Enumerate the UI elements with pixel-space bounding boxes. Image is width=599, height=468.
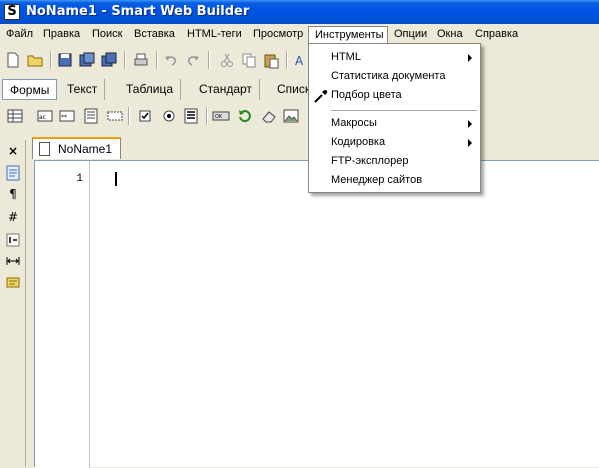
submenu-arrow-icon: [468, 139, 472, 147]
toolbar-separator: [156, 51, 158, 69]
menu-item-label: Статистика документа: [331, 70, 446, 82]
textarea-icon[interactable]: [82, 107, 100, 125]
title-bar[interactable]: S NoName1 - Smart Web Builder: [0, 0, 599, 24]
menu-item-label: Макросы: [331, 117, 377, 129]
menu-item-document-stats[interactable]: Статистика документа: [309, 67, 480, 86]
menu-item-macros[interactable]: Макросы: [309, 114, 480, 133]
width-icon[interactable]: [4, 252, 22, 270]
document-tab-label: NoName1: [58, 142, 113, 156]
menu-item-label: Подбор цвета: [331, 89, 402, 101]
toolbar-separator: [286, 51, 288, 69]
menu-tools[interactable]: Инструменты: [308, 26, 388, 43]
tab-standard[interactable]: Стандарт: [192, 79, 260, 100]
submit-button-icon[interactable]: OK: [212, 107, 230, 125]
document-list-icon[interactable]: [4, 164, 22, 182]
tab-text[interactable]: Текст: [60, 79, 106, 100]
tab-table[interactable]: Таблица: [119, 79, 182, 100]
paste-icon[interactable]: [262, 51, 280, 69]
document-tab[interactable]: NoName1: [32, 137, 121, 159]
menu-item-label: Менеджер сайтов: [331, 174, 423, 186]
svg-text:**: **: [61, 114, 67, 121]
svg-text:ac: ac: [39, 114, 46, 121]
standard-toolbar: A: [0, 48, 599, 72]
open-folder-icon[interactable]: [26, 51, 44, 69]
indent-icon[interactable]: [4, 231, 22, 249]
window-title: NoName1 - Smart Web Builder: [26, 4, 250, 19]
save-as-icon[interactable]: [78, 51, 96, 69]
bookmark-icon[interactable]: [4, 274, 22, 292]
category-tabs: Формы Текст Таблица Стандарт Списк: [0, 77, 599, 101]
new-file-icon[interactable]: [4, 51, 22, 69]
menu-item-ftp-explorer[interactable]: FTP-эксплорер: [309, 152, 480, 171]
checkbox-icon[interactable]: [136, 107, 154, 125]
text-field-icon[interactable]: ac: [36, 107, 54, 125]
menu-file[interactable]: Файл: [0, 26, 39, 43]
document-icon: [39, 142, 50, 156]
select-list-icon[interactable]: [182, 107, 200, 125]
tab-forms[interactable]: Формы: [2, 79, 58, 100]
menu-html-tags[interactable]: HTML-теги: [181, 26, 248, 43]
menu-edit[interactable]: Правка: [37, 26, 86, 43]
toolbar-separator: [128, 107, 130, 125]
menu-item-site-manager[interactable]: Менеджер сайтов: [309, 171, 480, 190]
toolbar-separator: [208, 51, 210, 69]
svg-text:OK: OK: [215, 114, 223, 120]
hidden-field-icon[interactable]: [106, 107, 124, 125]
menu-options[interactable]: Опции: [388, 26, 433, 43]
left-tool-panel: × ¶ #: [0, 140, 26, 467]
menu-insert[interactable]: Вставка: [128, 26, 181, 43]
forms-toolbar: ac ** OK: [0, 104, 599, 128]
eyedropper-icon: [314, 90, 328, 103]
eraser-icon[interactable]: [260, 107, 278, 125]
line-number-gutter: 1: [35, 161, 90, 468]
app-window: S NoName1 - Smart Web Builder Файл Правк…: [0, 0, 599, 468]
submenu-arrow-icon: [468, 54, 472, 62]
menu-windows[interactable]: Окна: [431, 26, 469, 43]
reset-button-icon[interactable]: [236, 107, 254, 125]
menu-item-color-picker[interactable]: Подбор цвета: [309, 86, 480, 105]
close-icon[interactable]: ×: [4, 142, 22, 160]
svg-text:A: A: [295, 54, 304, 68]
menu-item-label: Кодировка: [331, 136, 386, 148]
menu-item-encoding[interactable]: Кодировка: [309, 133, 480, 152]
print-icon[interactable]: [132, 51, 150, 69]
password-field-icon[interactable]: **: [58, 107, 76, 125]
menu-bar: Файл Правка Поиск Вставка HTML-теги Прос…: [0, 24, 599, 44]
copy-icon[interactable]: [240, 51, 258, 69]
undo-icon[interactable]: [162, 51, 180, 69]
save-icon[interactable]: [56, 51, 74, 69]
cut-icon[interactable]: [218, 51, 236, 69]
toolbar-separator: [206, 107, 208, 125]
menu-separator: [331, 110, 477, 111]
hash-icon[interactable]: #: [4, 208, 22, 226]
app-icon: S: [4, 4, 20, 20]
radio-button-icon[interactable]: [160, 107, 178, 125]
tools-dropdown-menu: HTML Статистика документа Подбор цвета М…: [308, 43, 481, 193]
save-all-icon[interactable]: [100, 51, 118, 69]
menu-view[interactable]: Просмотр: [247, 26, 309, 43]
form-icon[interactable]: [6, 107, 24, 125]
line-number: 1: [76, 173, 83, 185]
redo-icon[interactable]: [184, 51, 202, 69]
toolbar-separator: [50, 51, 52, 69]
menu-item-html[interactable]: HTML: [309, 48, 480, 67]
submenu-arrow-icon: [468, 120, 472, 128]
menu-help[interactable]: Справка: [469, 26, 524, 43]
text-caret: [115, 172, 117, 186]
menu-item-label: FTP-эксплорер: [331, 155, 409, 167]
image-button-icon[interactable]: [282, 107, 300, 125]
pilcrow-icon[interactable]: ¶: [4, 185, 22, 203]
toolbar-separator: [124, 51, 126, 69]
menu-item-label: HTML: [331, 51, 361, 63]
menu-search[interactable]: Поиск: [86, 26, 128, 43]
code-editor[interactable]: 1: [34, 160, 599, 468]
